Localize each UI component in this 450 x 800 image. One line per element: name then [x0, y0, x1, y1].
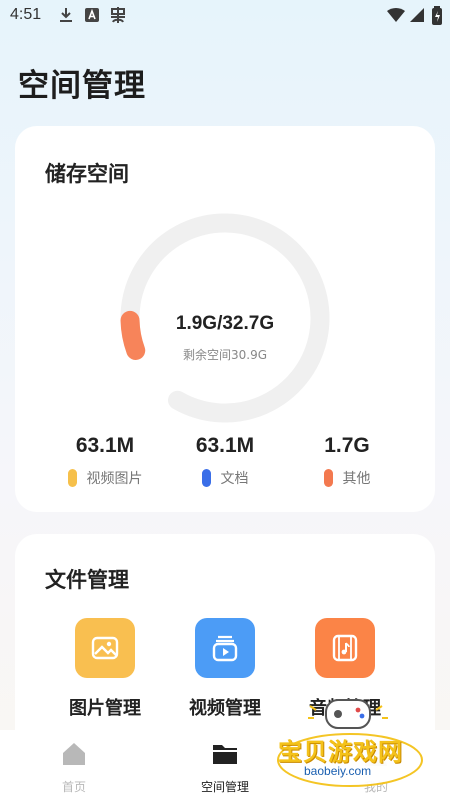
watermark-text: 宝贝游戏网: [278, 738, 403, 766]
stat-media-label: 视频图片: [86, 471, 143, 487]
stat-media-value: 63.1M: [75, 434, 135, 457]
stat-documents: 63.1M 文档: [155, 434, 295, 488]
nav-item-home[interactable]: 首页: [24, 740, 124, 795]
watermark-url: baobeiy.com: [304, 764, 372, 778]
image-management-button[interactable]: 图片管理: [45, 618, 165, 720]
video-management-label: 视频管理: [189, 698, 261, 719]
a-box-icon: [84, 6, 100, 28]
signal-icon: [409, 6, 425, 28]
stat-documents-value: 63.1M: [195, 434, 255, 457]
file-management-title: 文件管理: [45, 568, 129, 592]
nav-item-space-management-label: 空间管理: [200, 780, 249, 794]
status-bar: 4:51: [0, 0, 450, 32]
video-management-button[interactable]: 视频管理: [165, 618, 285, 720]
storage-remaining: 剩余空间30.9G: [182, 348, 268, 362]
stat-documents-dot: [201, 469, 211, 487]
battery-icon: [431, 6, 443, 30]
status-time: 4:51: [10, 6, 42, 23]
storage-card: 储存空间 1.9G/32.7G 剩余空间30.9G 63.1M 视频图片 63.…: [15, 126, 435, 512]
download-icon: [58, 6, 74, 28]
bug-icon: [108, 6, 128, 28]
stat-other: 1.7G 其他: [277, 434, 417, 488]
audio-folder-icon: [315, 618, 375, 678]
home-icon: [63, 743, 85, 765]
stat-media-dot: [67, 469, 77, 487]
stat-other-dot: [323, 469, 333, 487]
watermark: 宝贝游戏网 baobeiy.com: [270, 688, 450, 788]
stat-documents-label: 文档: [220, 471, 249, 487]
page-title: 空间管理: [18, 68, 146, 104]
stat-other-value: 1.7G: [324, 434, 370, 457]
image-management-label: 图片管理: [69, 698, 141, 719]
image-folder-icon: [75, 618, 135, 678]
video-folder-icon: [195, 618, 255, 678]
stat-media: 63.1M 视频图片: [35, 434, 175, 488]
storage-usage: 1.9G/32.7G: [175, 313, 275, 334]
stat-other-label: 其他: [342, 471, 371, 487]
storage-gauge: [120, 213, 330, 423]
wifi-icon: [386, 6, 406, 28]
folder-icon: [213, 745, 237, 764]
nav-item-space-management[interactable]: 空间管理: [175, 740, 275, 795]
nav-item-home-label: 首页: [61, 780, 86, 794]
